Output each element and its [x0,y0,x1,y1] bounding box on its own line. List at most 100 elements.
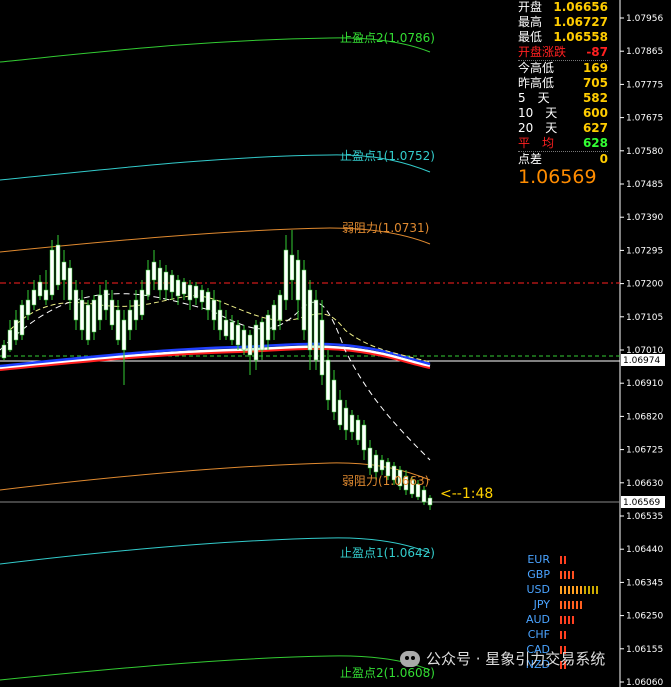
candle-body [421,489,427,503]
candle-body [187,284,193,301]
candle-body [247,334,253,356]
candle-body [313,299,319,361]
candle-body [319,319,325,376]
ma-white [0,345,431,370]
candle-body [103,289,109,311]
candle-body [139,289,145,316]
info-row: 10 天 600 [518,106,608,121]
currency-name: AUD [525,613,550,626]
price-tag-2: 1.06569 [623,498,660,508]
currency-name: JPY [533,598,550,611]
candle-body [43,289,49,301]
watermark: 公众号 · 星象引力交易系统 [400,648,605,669]
candle-body [85,304,91,341]
candle-body [193,285,199,299]
axis-tick-label: 1.07580 [626,147,663,157]
candle-body [13,319,19,341]
candle-body [157,267,163,291]
info-label: 20 天 [518,121,558,135]
candle-body [325,359,331,401]
strength-bar [584,585,586,594]
axis-tick-label: 1.07105 [626,313,663,323]
candle-body [151,261,157,281]
candle-body [55,244,61,286]
strength-bar [572,600,574,609]
candle-body [331,379,337,413]
info-panel: 开盘 1.06656 最高 1.06727 最低 1.06558 开盘涨跌 -87 今高低 169… [518,0,608,167]
info-row: 平 均 628 [518,136,608,152]
candle-body [211,299,217,321]
candle-body [337,399,343,426]
candle-body [361,424,367,451]
strength-bars [560,555,566,564]
strength-bar [572,570,574,579]
info-value: 628 [582,136,608,150]
info-value: 582 [582,91,608,105]
axis-tick-label: 1.07865 [626,47,663,57]
candle-body [373,454,379,473]
candle-body [61,261,67,281]
candle-body [181,281,187,295]
strength-bar [580,600,582,609]
strength-bar [560,615,562,624]
zone-label-resistance-upper: 弱阻力(1.0731) [342,221,429,235]
candle-body [265,314,271,341]
strength-bar [568,615,570,624]
axis-tick-label: 1.06155 [626,645,663,655]
price-axis: 1.07956 1.07865 1.07775 1.07675 1.07580 1.074… [620,14,663,687]
candle-body [427,497,433,506]
strength-bar [572,585,574,594]
currency-name: CHF [527,628,550,641]
info-label: 今高低 [518,61,555,75]
axis-tick-label: 1.07675 [626,114,663,124]
candle-body [223,319,229,337]
candle-body [31,289,37,306]
strength-bar [560,585,562,594]
info-label: 最高 [518,15,543,29]
info-label: 平 均 [518,136,555,150]
candle-body [109,299,115,326]
strength-bar [560,600,562,609]
strength-bars [560,630,566,639]
info-row: 最高 1.06727 [518,15,608,30]
strength-bar [588,585,590,594]
candle-body [295,259,301,301]
candle-body [355,419,361,441]
info-label: 10 天 [518,106,558,120]
strength-bars [560,600,582,609]
watermark-text: 公众号 · 星象引力交易系统 [426,650,606,668]
axis-tick-label: 1.06440 [626,545,663,555]
strength-bar [564,600,566,609]
candle-body [199,289,205,303]
strength-bar [560,630,562,639]
candle-body [253,324,259,361]
candle-body [169,274,175,293]
info-row: 开盘涨跌 -87 [518,45,608,61]
zone-label-resistance-lower: 弱阻力(1.0663) [342,474,429,488]
strength-bar [596,585,598,594]
candle-body [37,281,43,297]
candle-body [91,299,97,333]
currency-row: AUD [520,612,598,627]
candle-body [145,269,151,296]
strength-bar [564,630,566,639]
currency-row: GBP [520,567,598,582]
candle-body [241,329,247,351]
info-row: 点差 0 [518,152,608,167]
candle-body [307,289,313,351]
currency-name: EUR [527,553,550,566]
candle-body [127,309,133,331]
candle-body [25,299,31,316]
zone-label-tp1-lower: 止盈点1(1.0642) [340,546,435,560]
info-value: 1.06727 [553,15,608,29]
candle-body [379,459,385,471]
axis-tick-label: 1.07485 [626,180,663,190]
axis-tick-label: 1.06060 [626,678,663,687]
candle-body [79,299,85,331]
axis-tick-label: 1.06630 [626,479,663,489]
strength-bar [564,585,566,594]
strength-bar [580,585,582,594]
strength-bar [568,570,570,579]
strength-bars [560,570,574,579]
strength-bars [560,585,598,594]
